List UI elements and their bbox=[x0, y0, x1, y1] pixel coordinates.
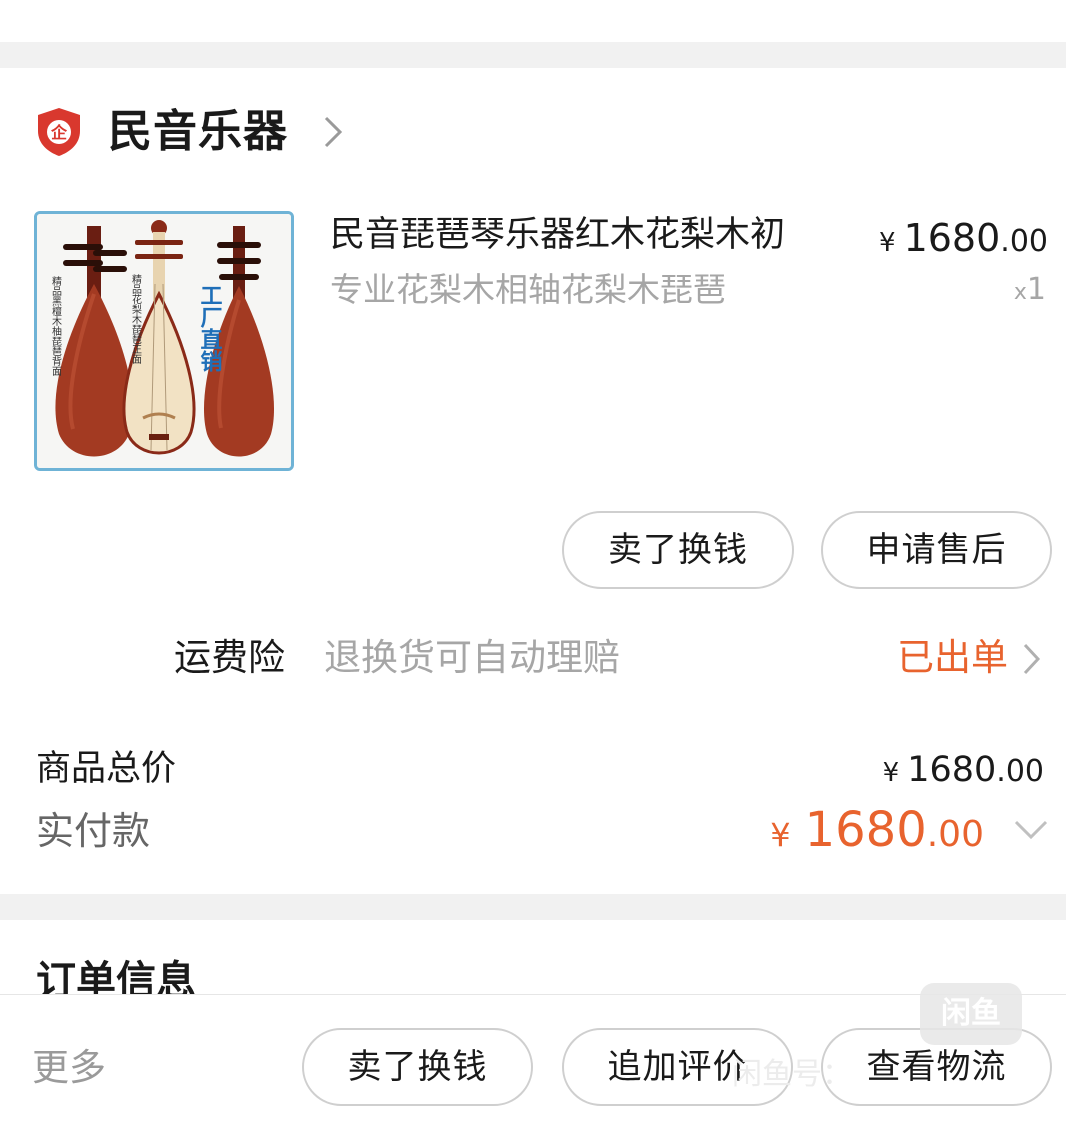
sell-for-cash-button[interactable]: 卖了换钱 bbox=[562, 511, 794, 589]
after-sale-button[interactable]: 申请售后 bbox=[821, 511, 1052, 589]
price-integer: 1680 bbox=[903, 216, 1001, 260]
product-spec: 专业花梨木相轴花梨木琵琶 bbox=[330, 270, 726, 309]
product-title[interactable]: 民音琵琶琴乐器红木花梨木初 bbox=[330, 212, 785, 258]
factory-direct-badge: 工厂直销 bbox=[197, 284, 223, 373]
svg-text:企: 企 bbox=[50, 123, 68, 142]
price-decimal: .00 bbox=[1000, 224, 1048, 259]
currency-symbol: ¥ bbox=[879, 228, 896, 258]
enterprise-shield-icon: 企 bbox=[36, 107, 82, 157]
goods-total-label: 商品总价 bbox=[36, 749, 177, 789]
shipping-insurance-status[interactable]: 已出单 bbox=[897, 633, 1008, 683]
image-side-label-1: 精品黑檀木柚琵琶背面 bbox=[50, 275, 62, 377]
product-price: ¥1680.00 bbox=[879, 215, 1048, 266]
section-divider-top bbox=[0, 42, 1066, 68]
product-image[interactable]: 精品黑檀木柚琵琶背面 精品花梨木琵琶正面 工厂直销 bbox=[34, 211, 294, 471]
bottom-sell-for-cash-button[interactable]: 卖了换钱 bbox=[302, 1028, 533, 1106]
paid-amount-label: 实付款 bbox=[36, 809, 151, 853]
chevron-right-icon[interactable] bbox=[320, 112, 348, 152]
chevron-down-icon[interactable] bbox=[1012, 818, 1050, 842]
image-side-label-2: 精品花梨木琵琶正面 bbox=[130, 273, 142, 365]
xianyu-watermark-text: 闲鱼号： bbox=[732, 1057, 852, 1092]
product-quantity: x1 bbox=[1013, 272, 1046, 307]
xianyu-watermark-logo: 闲鱼 bbox=[920, 983, 1022, 1045]
shop-name[interactable]: 民音乐器 bbox=[108, 104, 288, 160]
more-button[interactable]: 更多 bbox=[32, 1043, 106, 1093]
paid-amount-value: ¥1680.00 bbox=[770, 802, 984, 858]
section-divider-bottom bbox=[0, 894, 1066, 920]
shipping-insurance-description: 退换货可自动理赔 bbox=[324, 636, 620, 679]
goods-total-value: ¥1680.00 bbox=[882, 750, 1044, 790]
chevron-right-icon[interactable] bbox=[1020, 640, 1044, 678]
shipping-insurance-label: 运费险 bbox=[174, 636, 285, 679]
